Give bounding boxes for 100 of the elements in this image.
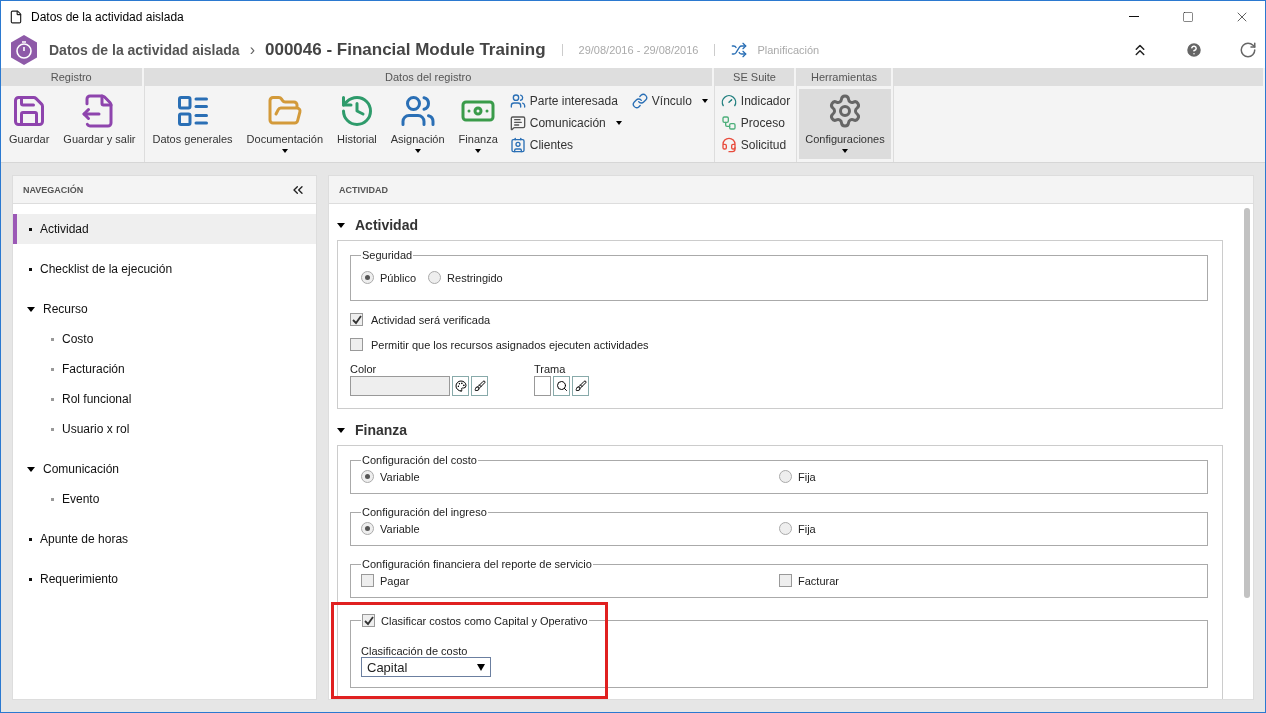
nav-item[interactable]: Usuario x rol: [13, 414, 316, 444]
bullet-icon: [51, 397, 54, 401]
bullet-icon: [51, 367, 54, 371]
checkbox[interactable]: [350, 338, 363, 351]
ribbon-button[interactable]: Vínculo: [627, 91, 712, 111]
option-label: Variable: [380, 522, 420, 535]
option-label: Público: [380, 271, 417, 284]
ribbon-button[interactable]: Indicador: [716, 91, 795, 111]
message-icon: [509, 115, 526, 131]
window-title: Datos de la actividad aislada: [31, 9, 185, 24]
option-label: Facturar: [798, 574, 839, 587]
panel-title: NAVEGACIÓN: [23, 184, 84, 195]
brush-button[interactable]: [471, 376, 488, 396]
pattern-field[interactable]: [534, 376, 551, 396]
status-icon: [731, 42, 748, 58]
bullet-icon: [29, 227, 32, 231]
refresh-icon[interactable]: [1239, 41, 1257, 59]
color-field[interactable]: [350, 376, 450, 396]
bullet-icon: [29, 537, 32, 541]
ribbon-button[interactable]: Parte interesada: [505, 91, 626, 111]
nav-item[interactable]: Apunte de horas: [13, 524, 316, 554]
caret-icon: [477, 663, 485, 671]
checkbox-label: Permitir que los recursos asignados ejecuten actividades: [371, 338, 649, 351]
brush-icon: [574, 380, 587, 392]
breadcrumb-link[interactable]: Datos de la actividad aislada: [49, 42, 240, 58]
ribbon-button[interactable]: Clientes: [505, 135, 626, 155]
nav-item[interactable]: Requerimiento: [13, 564, 316, 594]
nav-item[interactable]: Recurso: [13, 294, 316, 324]
option-label: Fija: [798, 470, 816, 483]
radio-button[interactable]: [361, 522, 374, 535]
ribbon-group-label: Registro: [1, 68, 142, 86]
section-title: Actividad: [355, 217, 418, 233]
option-label: Pagar: [380, 574, 410, 587]
section-title: Finanza: [355, 422, 408, 438]
search-icon: [555, 380, 568, 392]
people-icon: [399, 93, 436, 129]
record-title: 000046 - Financial Module Training: [264, 40, 546, 60]
ribbon-group-label: Herramientas: [797, 68, 891, 86]
bullet-icon: [29, 577, 32, 581]
ribbon-button[interactable]: Guardar: [3, 89, 56, 159]
checkbox-label: Actividad será verificada: [371, 313, 491, 326]
breadcrumb-separator: ›: [249, 41, 255, 59]
bullet-icon: [51, 497, 54, 501]
ribbon-button[interactable]: Comunicación: [505, 113, 626, 133]
palette-icon: [454, 380, 467, 392]
group-title: Configuración del costo: [361, 454, 478, 466]
group-title: Clasificar costos como Capital y Operativo: [381, 614, 588, 627]
ribbon-button[interactable]: Documentación: [240, 89, 330, 159]
maximize-icon: [1182, 10, 1194, 23]
status-label: Planificación: [757, 44, 820, 56]
ribbon-button[interactable]: Proceso: [716, 113, 795, 133]
group-title: Configuración del ingreso: [361, 506, 488, 518]
nav-item[interactable]: Rol funcional: [13, 384, 316, 414]
ribbon-button[interactable]: Historial: [331, 89, 383, 159]
nav-item[interactable]: Evento: [13, 484, 316, 514]
checkbox[interactable]: [779, 574, 792, 587]
ribbon-button[interactable]: Finanza: [452, 89, 504, 159]
field-label: Color: [350, 363, 378, 375]
caret-icon[interactable]: [27, 466, 35, 472]
checkbox[interactable]: [362, 614, 375, 627]
checkbox[interactable]: [350, 313, 363, 326]
caret-icon[interactable]: [27, 306, 35, 312]
group-title: Seguridad: [361, 249, 414, 261]
brush-icon: [473, 380, 486, 392]
nav-item[interactable]: Actividad: [13, 214, 316, 244]
ribbon-button[interactable]: Asignación: [384, 89, 451, 159]
ribbon-group-label: Datos del registro: [144, 68, 712, 86]
nav-item[interactable]: Facturación: [13, 354, 316, 384]
gauge-icon: [720, 93, 737, 109]
ribbon-button[interactable]: Guardar y salir: [57, 89, 142, 159]
help-icon[interactable]: [1185, 41, 1203, 59]
nav-item[interactable]: Comunicación: [13, 454, 316, 484]
ribbon-group-label: SE Suite: [714, 68, 795, 86]
bullet-icon: [51, 337, 54, 341]
ribbon-button[interactable]: Solicitud: [716, 135, 795, 155]
date-range: 29/08/2016 - 29/08/2016: [578, 44, 699, 56]
bullet-icon: [51, 427, 54, 431]
radio-button[interactable]: [428, 271, 442, 284]
brush-button[interactable]: [572, 376, 589, 396]
option-label: Fija: [798, 522, 816, 535]
search-button[interactable]: [553, 376, 570, 396]
radio-button[interactable]: [361, 271, 374, 284]
radio-button[interactable]: [361, 470, 374, 483]
ribbon-button[interactable]: Configuraciones: [799, 89, 891, 159]
scrollbar-thumb[interactable]: [1244, 208, 1250, 598]
field-label: Trama: [534, 363, 567, 375]
select-field[interactable]: Capital: [361, 657, 491, 677]
checkbox[interactable]: [361, 574, 374, 587]
palette-button[interactable]: [452, 376, 469, 396]
headset-icon: [720, 137, 737, 153]
ribbon-button[interactable]: Datos generales: [146, 89, 239, 159]
users-icon: [509, 93, 526, 109]
process-icon: [720, 115, 737, 131]
bullet-icon: [29, 267, 32, 271]
nav-item[interactable]: Costo: [13, 324, 316, 354]
nav-item[interactable]: Checklist de la ejecución: [13, 254, 316, 284]
link-icon: [631, 93, 648, 109]
radio-button[interactable]: [779, 522, 792, 535]
radio-button[interactable]: [779, 470, 792, 483]
panel-title: ACTIVIDAD: [339, 184, 388, 195]
